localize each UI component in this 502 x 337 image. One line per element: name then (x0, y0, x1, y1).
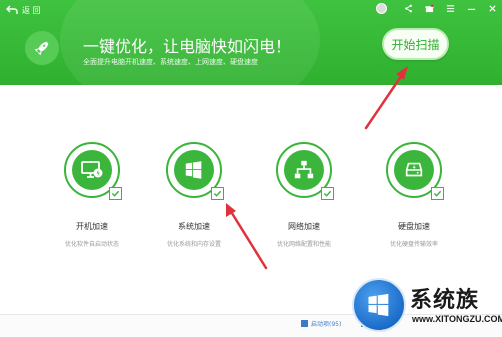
startup-items-link[interactable]: 启动项(95) (301, 319, 341, 328)
watermark-brand: 系统族 (410, 288, 480, 313)
watermark: 系统族 www.XITONGZU.COM (352, 278, 502, 337)
avatar[interactable] (376, 2, 387, 14)
checkbox-checked-icon[interactable] (109, 187, 122, 200)
item-title: 网络加速 (288, 222, 320, 231)
windows-logo-icon (352, 278, 406, 332)
minimize-icon[interactable] (465, 2, 477, 14)
windows-icon (174, 150, 214, 190)
item-description: 优化系统和内存设置 (166, 241, 221, 248)
back-arrow-icon (6, 5, 18, 14)
item-title: 系统加速 (178, 222, 210, 231)
menu-icon[interactable] (444, 2, 456, 14)
network-icon (284, 150, 324, 190)
page-subtitle: 全面提升电脑开机速度、系统速度、上网速度、硬盘速度 (83, 58, 258, 66)
startup-icon (301, 320, 308, 327)
harddisk-bolt-icon (394, 150, 434, 190)
item-title: 开机加速 (76, 222, 108, 231)
boost-item-startup[interactable]: 开机加速 优化软件自启动状态 (42, 142, 142, 252)
back-button[interactable]: 返 回 (6, 3, 41, 17)
start-scan-button[interactable]: 开始扫描 (382, 28, 449, 60)
window-controls (376, 2, 498, 14)
page-title: 一键优化，让电脑快如闪电！ (83, 37, 292, 56)
boost-item-harddisk[interactable]: 硬盘加速 优化硬盘传输效率 (364, 142, 464, 252)
monitor-bolt-icon (72, 150, 112, 190)
checkbox-checked-icon[interactable] (321, 187, 334, 200)
back-label: 返 回 (22, 5, 41, 15)
item-description: 优化硬盘传输效率 (389, 241, 438, 248)
boost-item-network[interactable]: 网络加速 优化网络配置和性能 (254, 142, 354, 252)
item-description: 优化软件自启动状态 (64, 241, 119, 248)
share-icon[interactable] (402, 2, 414, 14)
item-title: 硬盘加速 (398, 222, 430, 231)
rocket-icon (25, 31, 59, 65)
boost-item-system[interactable]: 系统加速 优化系统和内存设置 (144, 142, 244, 252)
checkbox-checked-icon[interactable] (431, 187, 444, 200)
gift-icon[interactable] (423, 2, 435, 14)
close-icon[interactable] (486, 2, 498, 14)
checkbox-checked-icon[interactable] (211, 187, 224, 200)
item-description: 优化网络配置和性能 (276, 241, 331, 248)
title-bar: 返 回 (0, 0, 502, 18)
startup-link-label: 启动项(95) (311, 321, 342, 328)
watermark-site: www.XITONGZU.COM (412, 314, 502, 324)
